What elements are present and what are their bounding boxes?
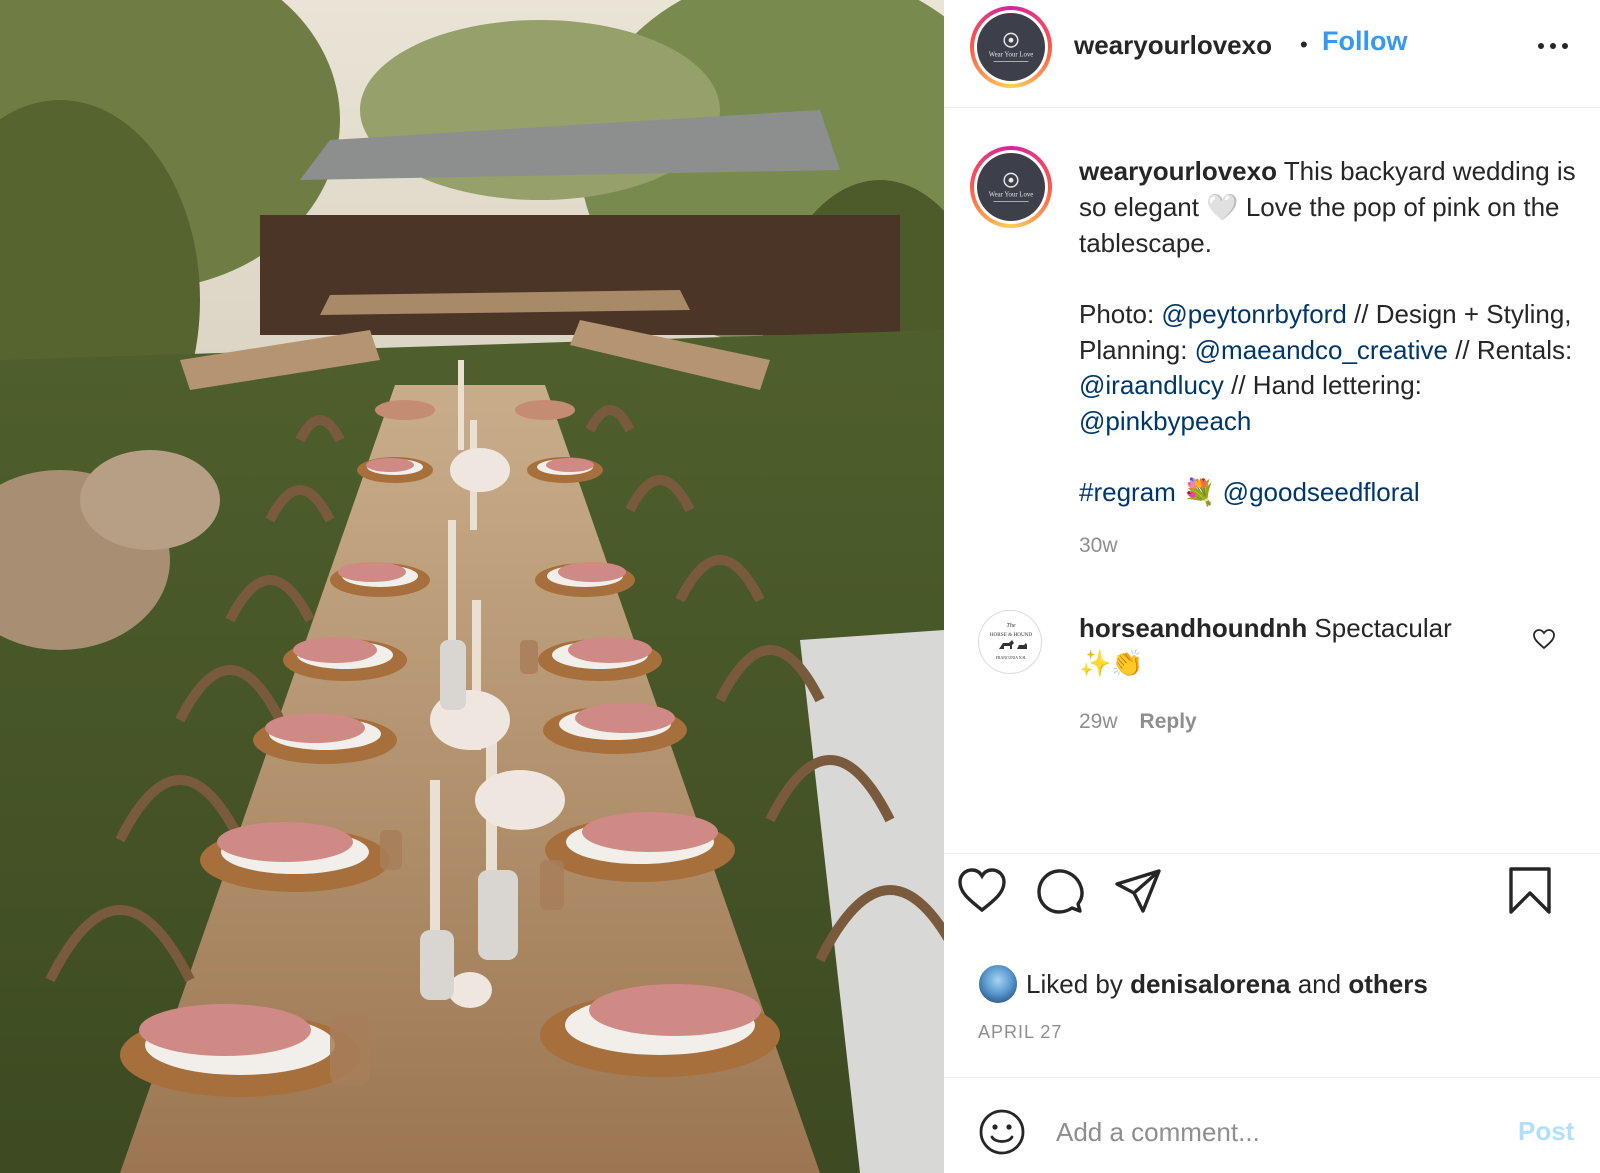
comment-meta: 29w Reply bbox=[1079, 710, 1197, 734]
comment: horseandhoundnh Spectacular ✨👏 bbox=[1079, 611, 1509, 682]
caption-author-avatar[interactable]: Wear Your Love bbox=[970, 146, 1052, 228]
reply-button[interactable]: Reply bbox=[1140, 710, 1197, 733]
bookmark-icon[interactable] bbox=[1504, 866, 1556, 916]
divider bbox=[944, 1077, 1600, 1078]
commenter-avatar[interactable]: The HORSE & HOUND FRANCONIA N.H. bbox=[978, 610, 1042, 674]
svg-text:Wear Your Love: Wear Your Love bbox=[989, 52, 1034, 59]
wear-your-love-logo: Wear Your Love bbox=[989, 172, 1034, 202]
comment-text: Spectacular bbox=[1307, 613, 1452, 643]
mention-floral[interactable]: @goodseedfloral bbox=[1223, 477, 1420, 507]
likes-summary: Liked by denisalorena and others bbox=[978, 964, 1428, 1004]
post-date[interactable]: APRIL 27 bbox=[978, 1022, 1062, 1043]
wear-your-love-logo: Wear Your Love bbox=[989, 32, 1034, 62]
comment-icon[interactable] bbox=[1034, 866, 1086, 916]
post-caption: wearyourlovexo This backyard wedding is … bbox=[1079, 154, 1579, 511]
svg-text:FRANCONIA N.H.: FRANCONIA N.H. bbox=[996, 656, 1026, 660]
lettering-credit-label: // Hand lettering: bbox=[1223, 370, 1422, 400]
svg-text:The: The bbox=[1007, 623, 1016, 629]
post-photo[interactable] bbox=[0, 0, 944, 1173]
comment-emojis: ✨👏 bbox=[1079, 649, 1144, 679]
rentals-credit-label: // Rentals: bbox=[1447, 334, 1573, 365]
liker-username[interactable]: denisalorena bbox=[1130, 969, 1290, 1000]
mention-rentals[interactable]: @iraandlucy bbox=[1079, 370, 1224, 400]
caption-timestamp[interactable]: 30w bbox=[1079, 534, 1118, 558]
likes-prefix: Liked by bbox=[1026, 968, 1123, 999]
mention-photographer[interactable]: @peytonrbyford bbox=[1161, 299, 1346, 329]
heart-icon[interactable] bbox=[956, 866, 1008, 916]
author-username[interactable]: wearyourlovexo bbox=[1074, 30, 1272, 61]
svg-text:Wear Your Love: Wear Your Love bbox=[989, 192, 1034, 199]
horse-and-hound-logo: The HORSE & HOUND FRANCONIA N.H. bbox=[990, 623, 1033, 660]
svg-text:HORSE & HOUND: HORSE & HOUND bbox=[990, 632, 1033, 638]
add-comment-input[interactable] bbox=[1056, 1112, 1496, 1152]
divider bbox=[944, 853, 1600, 854]
photo-credit-label: Photo: bbox=[1079, 299, 1162, 329]
mention-design[interactable]: @maeandco_creative bbox=[1195, 335, 1448, 365]
likes-middle: and bbox=[1297, 968, 1342, 999]
follow-button[interactable]: Follow bbox=[1322, 26, 1407, 57]
comment-timestamp[interactable]: 29w bbox=[1079, 710, 1118, 733]
author-avatar[interactable]: Wear Your Love bbox=[970, 6, 1052, 88]
hashtag-regram[interactable]: #regram bbox=[1079, 477, 1176, 507]
emoji-icon[interactable] bbox=[978, 1108, 1026, 1156]
comment-heart-icon[interactable] bbox=[1532, 628, 1556, 650]
post-side-panel: Wear Your Love wearyourlovexo • Follow W… bbox=[944, 0, 1600, 1173]
likes-others-link[interactable]: others bbox=[1348, 969, 1427, 1000]
post-comment-button[interactable]: Post bbox=[1518, 1116, 1574, 1147]
separator-dot: • bbox=[1300, 32, 1308, 57]
more-horizontal-icon[interactable] bbox=[1538, 40, 1572, 52]
caption-username[interactable]: wearyourlovexo bbox=[1079, 156, 1277, 186]
share-icon[interactable] bbox=[1112, 866, 1164, 916]
liker-avatar[interactable] bbox=[978, 964, 1018, 1004]
commenter-username[interactable]: horseandhoundnh bbox=[1079, 613, 1307, 643]
white-heart-emoji: 🤍 bbox=[1206, 192, 1239, 223]
wedding-tablescape-image bbox=[0, 0, 944, 1173]
bouquet-emoji: 💐 bbox=[1183, 477, 1216, 508]
mention-lettering[interactable]: @pinkbypeach bbox=[1079, 406, 1251, 436]
post-header: Wear Your Love wearyourlovexo • Follow bbox=[944, 0, 1600, 108]
